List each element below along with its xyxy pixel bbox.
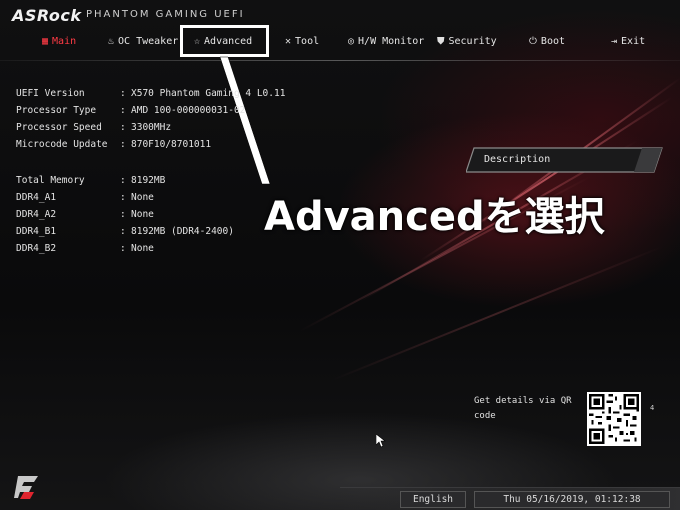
info-colon: : bbox=[120, 209, 126, 220]
info-colon: : bbox=[120, 122, 126, 133]
qr-caption: Get details via QR code bbox=[474, 396, 572, 421]
language-button[interactable]: English bbox=[400, 491, 466, 508]
info-key: Processor Type bbox=[16, 105, 97, 116]
phantom-gaming-logo-icon bbox=[14, 476, 38, 499]
info-key: DDR4_B1 bbox=[16, 226, 57, 237]
qr-code bbox=[587, 392, 641, 446]
annotation-callout: Advancedを選択 bbox=[264, 194, 605, 240]
info-colon: : bbox=[120, 192, 126, 203]
info-value: None bbox=[131, 192, 154, 203]
info-colon: : bbox=[120, 226, 126, 237]
info-key: Microcode Update bbox=[16, 139, 108, 150]
annotation-pointer bbox=[219, 56, 271, 185]
info-key: DDR4_B2 bbox=[16, 243, 57, 254]
info-value: X570 Phantom Gaming 4 L0.11 bbox=[131, 88, 286, 99]
mouse-cursor-icon bbox=[376, 434, 386, 448]
info-colon: : bbox=[120, 88, 126, 99]
info-key: UEFI Version bbox=[16, 88, 85, 99]
info-value: 8192MB bbox=[131, 175, 166, 186]
info-colon: : bbox=[120, 175, 126, 186]
info-key: Processor Speed bbox=[16, 122, 102, 133]
page-number: 4 bbox=[650, 404, 655, 412]
info-colon: : bbox=[120, 243, 126, 254]
info-value: 870F10/8701011 bbox=[131, 139, 212, 150]
info-value: None bbox=[131, 243, 154, 254]
description-label: Description bbox=[484, 154, 551, 165]
info-key: Total Memory bbox=[16, 175, 85, 186]
info-colon: : bbox=[120, 139, 126, 150]
datetime-display: Thu 05/16/2019, 01:12:38 bbox=[474, 491, 670, 508]
info-value: None bbox=[131, 209, 154, 220]
info-value: 3300MHz bbox=[131, 122, 172, 133]
info-value: AMD 100-000000031-02 bbox=[131, 105, 246, 116]
info-key: DDR4_A1 bbox=[16, 192, 57, 203]
info-key: DDR4_A2 bbox=[16, 209, 57, 220]
info-value: 8192MB (DDR4-2400) bbox=[131, 226, 234, 237]
info-colon: : bbox=[120, 105, 126, 116]
